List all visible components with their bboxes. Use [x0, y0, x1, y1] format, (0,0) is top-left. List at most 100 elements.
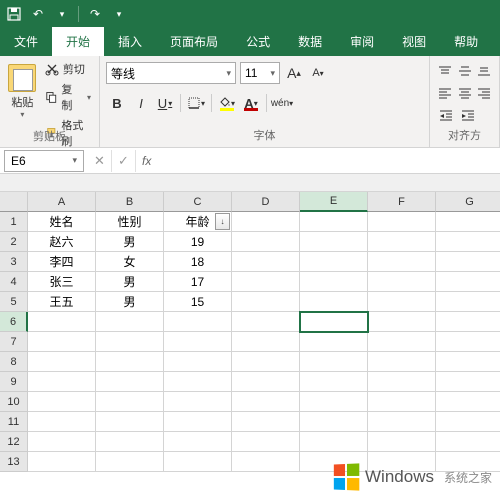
row-header-11[interactable]: 11 [0, 412, 28, 432]
cell-F3[interactable] [368, 252, 436, 272]
cell-G4[interactable] [436, 272, 500, 292]
cell-E9[interactable] [300, 372, 368, 392]
cell-B13[interactable] [96, 452, 164, 472]
cell-D8[interactable] [232, 352, 300, 372]
cell-C11[interactable] [164, 412, 232, 432]
cell-G12[interactable] [436, 432, 500, 452]
decrease-font-button[interactable]: A▾ [308, 63, 328, 83]
cell-F5[interactable] [368, 292, 436, 312]
fill-color-button[interactable]: ▾ [216, 92, 238, 114]
cell-F4[interactable] [368, 272, 436, 292]
cell-D6[interactable] [232, 312, 300, 332]
cell-A10[interactable] [28, 392, 96, 412]
cell-F2[interactable] [368, 232, 436, 252]
cancel-formula-button[interactable]: ✕ [88, 150, 112, 172]
cell-A3[interactable]: 李四 [28, 252, 96, 272]
fx-label[interactable]: fx [136, 154, 157, 168]
cell-B1[interactable]: 性别 [96, 212, 164, 232]
col-header-G[interactable]: G [436, 192, 500, 212]
row-header-13[interactable]: 13 [0, 452, 28, 472]
cell-E10[interactable] [300, 392, 368, 412]
tab-公式[interactable]: 公式 [232, 27, 284, 56]
cell-G2[interactable] [436, 232, 500, 252]
cell-C13[interactable] [164, 452, 232, 472]
cell-A6[interactable] [28, 312, 96, 332]
col-header-C[interactable]: C [164, 192, 232, 212]
tab-帮助[interactable]: 帮助 [440, 27, 492, 56]
align-top-button[interactable] [436, 62, 454, 80]
cell-F7[interactable] [368, 332, 436, 352]
col-header-A[interactable]: A [28, 192, 96, 212]
decrease-indent-button[interactable] [436, 106, 456, 124]
italic-button[interactable]: I [130, 92, 152, 114]
increase-indent-button[interactable] [458, 106, 478, 124]
cell-C4[interactable]: 17 [164, 272, 232, 292]
cell-D13[interactable] [232, 452, 300, 472]
cell-D3[interactable] [232, 252, 300, 272]
row-header-7[interactable]: 7 [0, 332, 28, 352]
cell-B6[interactable] [96, 312, 164, 332]
redo-icon[interactable]: ↷ [85, 4, 105, 24]
cell-F12[interactable] [368, 432, 436, 452]
cell-E12[interactable] [300, 432, 368, 452]
bold-button[interactable]: B [106, 92, 128, 114]
cell-C9[interactable] [164, 372, 232, 392]
row-header-9[interactable]: 9 [0, 372, 28, 392]
cell-B8[interactable] [96, 352, 164, 372]
cell-D2[interactable] [232, 232, 300, 252]
cell-B4[interactable]: 男 [96, 272, 164, 292]
cell-G1[interactable] [436, 212, 500, 232]
tab-视图[interactable]: 视图 [388, 27, 440, 56]
cell-E6[interactable] [300, 312, 368, 332]
formula-input[interactable] [157, 150, 500, 172]
cell-C12[interactable] [164, 432, 232, 452]
cell-C3[interactable]: 18 [164, 252, 232, 272]
cell-D9[interactable] [232, 372, 300, 392]
paste-button[interactable]: 粘贴 ▾ [6, 60, 39, 126]
cell-E5[interactable] [300, 292, 368, 312]
cell-E1[interactable] [300, 212, 368, 232]
border-button[interactable]: ▾ [185, 92, 207, 114]
cell-D4[interactable] [232, 272, 300, 292]
col-header-D[interactable]: D [232, 192, 300, 212]
col-header-E[interactable]: E [300, 192, 368, 212]
cell-E11[interactable] [300, 412, 368, 432]
align-center-button[interactable] [456, 84, 474, 102]
col-header-F[interactable]: F [368, 192, 436, 212]
tab-开始[interactable]: 开始 [52, 27, 104, 56]
tab-审阅[interactable]: 审阅 [336, 27, 388, 56]
cell-E2[interactable] [300, 232, 368, 252]
font-color-button[interactable]: A▾ [240, 92, 262, 114]
cell-A2[interactable]: 赵六 [28, 232, 96, 252]
align-bottom-button[interactable] [475, 62, 493, 80]
font-name-select[interactable]: 等线▾ [106, 62, 236, 84]
col-header-B[interactable]: B [96, 192, 164, 212]
cell-A11[interactable] [28, 412, 96, 432]
row-header-6[interactable]: 6 [0, 312, 28, 332]
cell-F8[interactable] [368, 352, 436, 372]
cell-G10[interactable] [436, 392, 500, 412]
cell-B7[interactable] [96, 332, 164, 352]
touch-mode-icon[interactable]: ▾ [109, 4, 129, 24]
cell-B3[interactable]: 女 [96, 252, 164, 272]
cell-A5[interactable]: 王五 [28, 292, 96, 312]
align-left-button[interactable] [436, 84, 454, 102]
cell-B5[interactable]: 男 [96, 292, 164, 312]
cell-B11[interactable] [96, 412, 164, 432]
select-all-corner[interactable] [0, 192, 28, 212]
cell-E3[interactable] [300, 252, 368, 272]
cell-A7[interactable] [28, 332, 96, 352]
tab-文件[interactable]: 文件 [0, 27, 52, 56]
cell-C6[interactable] [164, 312, 232, 332]
cell-B9[interactable] [96, 372, 164, 392]
row-header-3[interactable]: 3 [0, 252, 28, 272]
cell-A4[interactable]: 张三 [28, 272, 96, 292]
cell-G6[interactable] [436, 312, 500, 332]
font-size-select[interactable]: 11▾ [240, 62, 280, 84]
cell-F11[interactable] [368, 412, 436, 432]
cut-button[interactable]: 剪切 [43, 60, 93, 78]
cell-A8[interactable] [28, 352, 96, 372]
row-header-12[interactable]: 12 [0, 432, 28, 452]
cell-D10[interactable] [232, 392, 300, 412]
cell-A1[interactable]: 姓名 [28, 212, 96, 232]
